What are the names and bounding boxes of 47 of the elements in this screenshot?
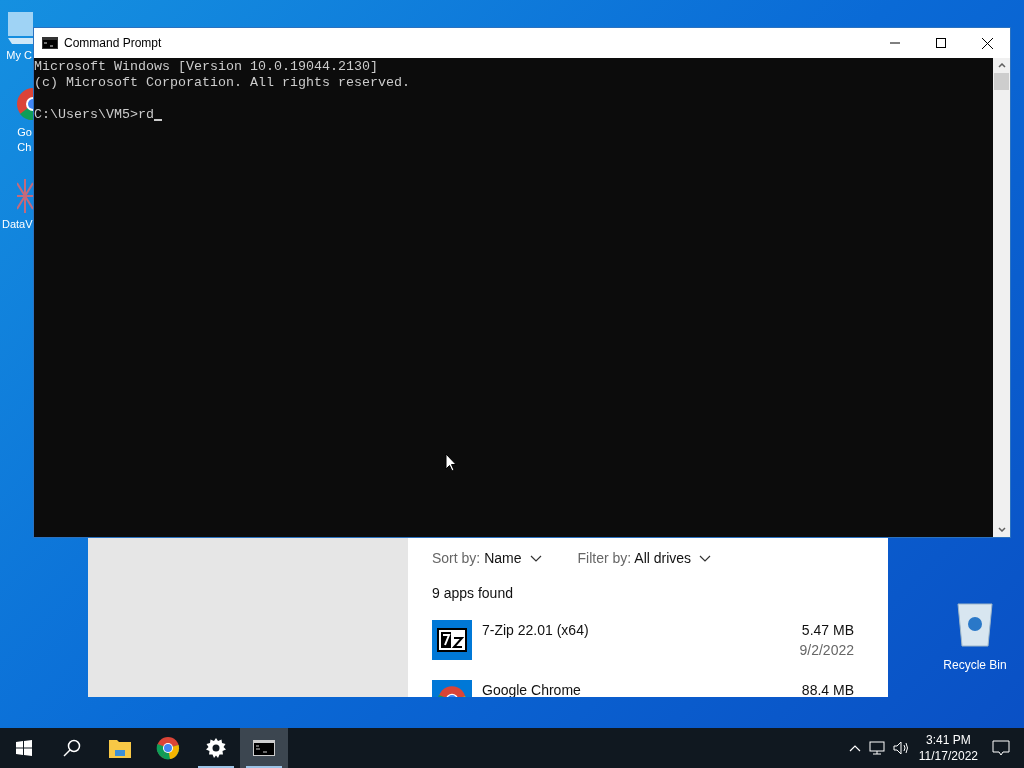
terminal-icon: [42, 37, 58, 49]
console-output[interactable]: Microsoft Windows [Version 10.0.19044.2130] (c) Microsoft Corporation. All rights reserved. C:\Users\VM5>rd: [34, 58, 993, 537]
desktop-icon-label[interactable]: DataV: [0, 217, 33, 232]
console-line: Microsoft Windows [Version 10.0.19044.2130]: [34, 59, 379, 75]
windows-start-icon[interactable]: [16, 740, 32, 756]
window-title: Command Prompt: [64, 35, 163, 52]
chevron-down-icon: [529, 554, 542, 563]
filter-dropdown[interactable]: Filter by: All drives: [577, 548, 712, 569]
app-list-item[interactable]: Google Chrome 88.4 MB: [432, 680, 854, 697]
running-indicator: [246, 766, 282, 768]
network-icon[interactable]: [868, 741, 885, 755]
app-list-item[interactable]: 7-Zip 22.01 (x64) 5.47 MB 9/2/2022: [432, 620, 854, 660]
chevron-down-icon: [699, 554, 712, 563]
app-date: 9/2/2022: [799, 641, 854, 660]
clock-date[interactable]: 11/17/2022: [918, 748, 978, 764]
text-cursor: [154, 119, 162, 121]
settings-icon[interactable]: [206, 738, 226, 758]
scrollbar-thumb[interactable]: [994, 73, 1009, 90]
folder-icon[interactable]: [109, 738, 131, 758]
clock-time[interactable]: 3:41 PM: [926, 732, 971, 748]
chevron-up-icon[interactable]: [848, 744, 861, 752]
app-size: 5.47 MB: [801, 621, 854, 640]
close-icon: [981, 37, 993, 49]
maximize-icon: [936, 38, 946, 48]
scroll-down-icon[interactable]: [997, 527, 1006, 532]
desktop-icon-label[interactable]: Go Ch: [17, 125, 33, 155]
volume-icon[interactable]: [892, 741, 909, 755]
desktop-icon-label[interactable]: Recycle Bin: [943, 656, 1007, 674]
computer-icon: [8, 10, 33, 44]
mouse-pointer-icon: [445, 453, 457, 472]
console-prompt: C:\Users\VM5>rd: [34, 107, 154, 123]
terminal-icon[interactable]: [253, 740, 275, 756]
console-line: (c) Microsoft Corporation. All rights reserved.: [34, 75, 411, 91]
network-graph-icon: [17, 179, 33, 213]
running-indicator: [198, 766, 234, 768]
minimize-icon: [890, 42, 900, 44]
chrome-icon: [156, 736, 180, 760]
scroll-up-icon[interactable]: [997, 63, 1006, 68]
app-icon: [432, 620, 472, 660]
search-icon[interactable]: [63, 739, 81, 757]
app-size: 88.4 MB: [801, 681, 854, 697]
recycle-bin-icon: [955, 600, 995, 648]
desktop-icon-label[interactable]: My C: [6, 48, 33, 63]
notifications-icon[interactable]: [992, 740, 1010, 756]
apps-count: 9 apps found: [432, 584, 514, 603]
scrollbar[interactable]: [993, 58, 1010, 537]
sort-dropdown[interactable]: Sort by: Name: [432, 548, 542, 569]
